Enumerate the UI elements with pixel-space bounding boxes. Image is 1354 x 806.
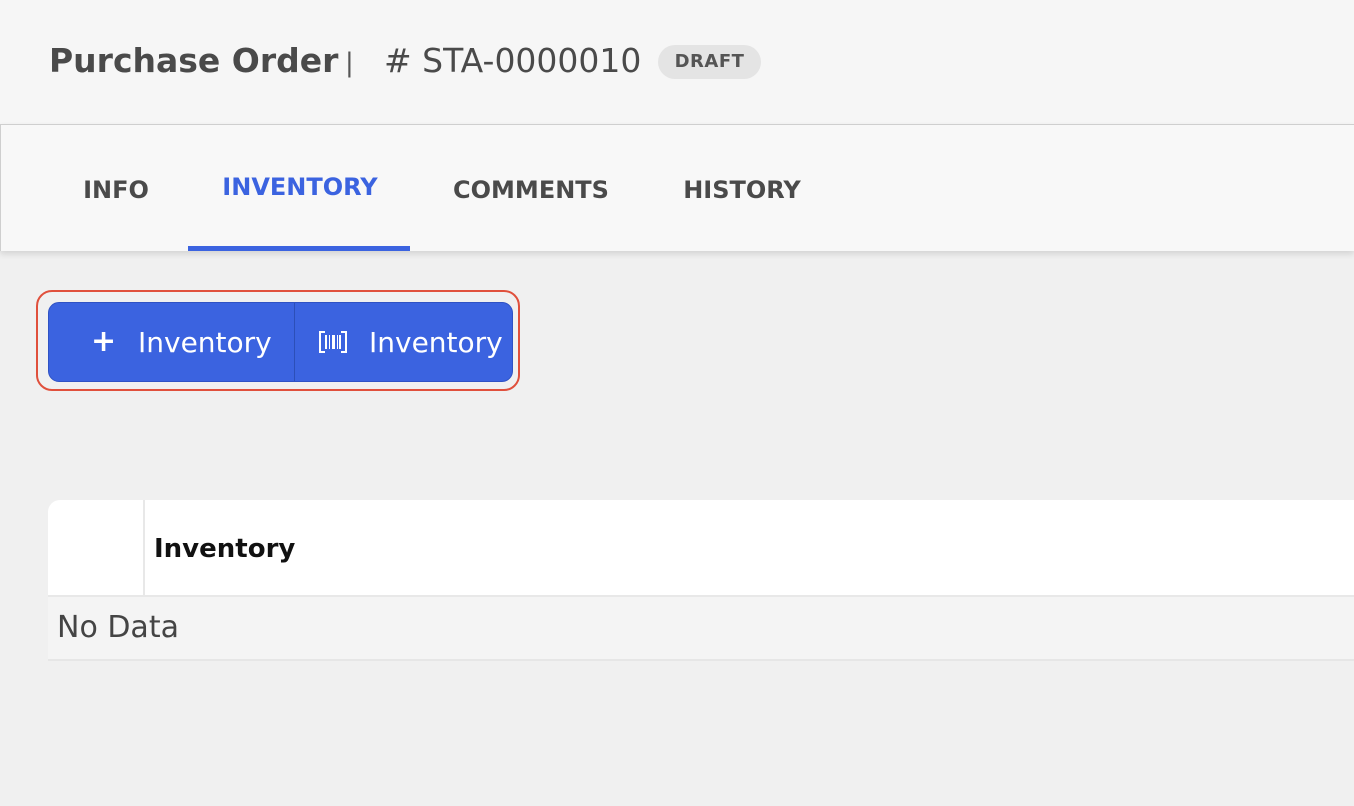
scan-inventory-label: Inventory (369, 326, 503, 359)
tab-bar: INFO INVENTORY COMMENTS HISTORY (0, 124, 1354, 251)
inventory-action-group: + Inventory Inventory (48, 302, 513, 382)
add-inventory-label: Inventory (138, 326, 272, 359)
table-header-gutter (48, 500, 145, 595)
tab-comments[interactable]: COMMENTS (421, 125, 641, 251)
add-inventory-button[interactable]: + Inventory (49, 303, 294, 381)
tab-history[interactable]: HISTORY (651, 125, 833, 251)
scan-inventory-button[interactable]: Inventory (295, 303, 512, 381)
plus-icon: + (91, 324, 117, 359)
empty-state-text: No Data (57, 610, 179, 645)
tab-info[interactable]: INFO (49, 125, 183, 251)
table-empty-row: No Data (48, 597, 1354, 661)
status-badge: DRAFT (658, 45, 761, 79)
order-number: # STA-0000010 (384, 41, 642, 80)
title-separator: | (345, 48, 354, 78)
table-header: Inventory (48, 500, 1354, 597)
barcode-icon (319, 331, 347, 353)
tab-inventory[interactable]: INVENTORY (189, 125, 411, 251)
page-title: Purchase Order (49, 41, 339, 80)
column-header-inventory: Inventory (154, 534, 296, 564)
inventory-table: Inventory No Data (48, 500, 1354, 661)
page-header: Purchase Order | # STA-0000010 DRAFT (0, 0, 1354, 124)
active-tab-indicator (188, 246, 410, 251)
